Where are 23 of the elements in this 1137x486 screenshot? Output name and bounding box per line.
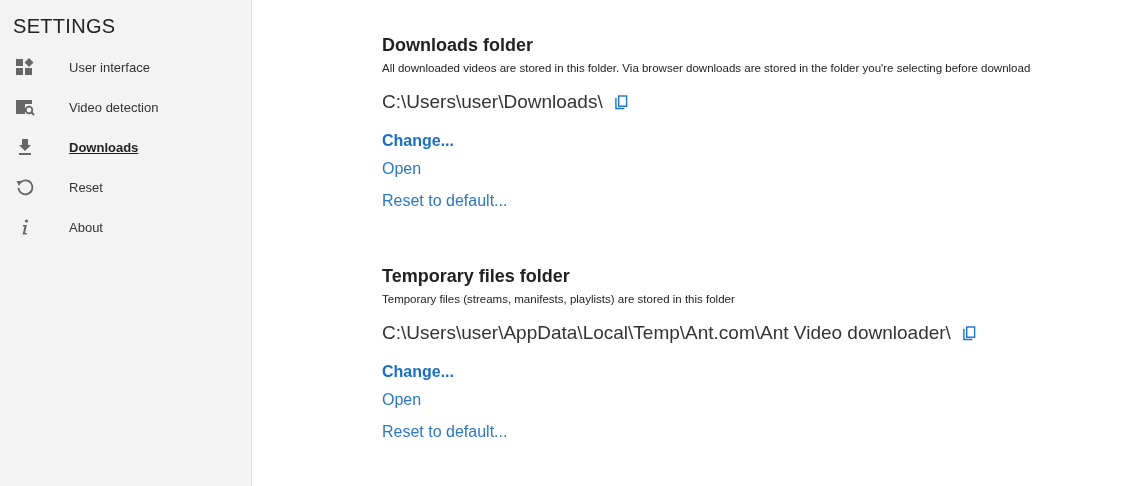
folder-path: C:\Users\user\AppData\Local\Temp\Ant.com\Ant Video downloader\ — [382, 322, 951, 344]
sidebar-item[interactable]: User interface — [69, 59, 150, 75]
open-link[interactable]: Open — [382, 160, 422, 178]
reset-link[interactable]: Reset to default... — [382, 192, 508, 210]
section-title: Temporary files folder — [382, 266, 570, 287]
open-link[interactable]: Open — [382, 391, 422, 409]
reset-icon — [15, 177, 35, 197]
copy-icon[interactable] — [614, 94, 628, 110]
section-description: All downloaded videos are stored in this folder. Via browser downloads are stored in the folder you're selecting before download — [382, 62, 1031, 74]
sidebar-item[interactable]: Downloads — [69, 139, 139, 155]
folder-path: C:\Users\user\Downloads\ — [382, 91, 603, 113]
sidebar-item[interactable]: Video detection — [69, 99, 159, 115]
copy-icon[interactable] — [962, 325, 976, 341]
video-search-icon — [15, 97, 35, 117]
section-title: Downloads folder — [382, 35, 533, 56]
sidebar-item[interactable]: About — [69, 219, 103, 235]
widgets-icon — [15, 57, 35, 77]
reset-link[interactable]: Reset to default... — [382, 423, 508, 441]
section-description: Temporary files (streams, manifests, playlists) are stored in this folder — [382, 293, 735, 305]
sidebar-item[interactable]: Reset — [69, 179, 103, 195]
sidebar-title: SETTINGS — [13, 15, 117, 38]
change-link[interactable]: Change... — [382, 132, 454, 150]
change-link[interactable]: Change... — [382, 363, 454, 381]
